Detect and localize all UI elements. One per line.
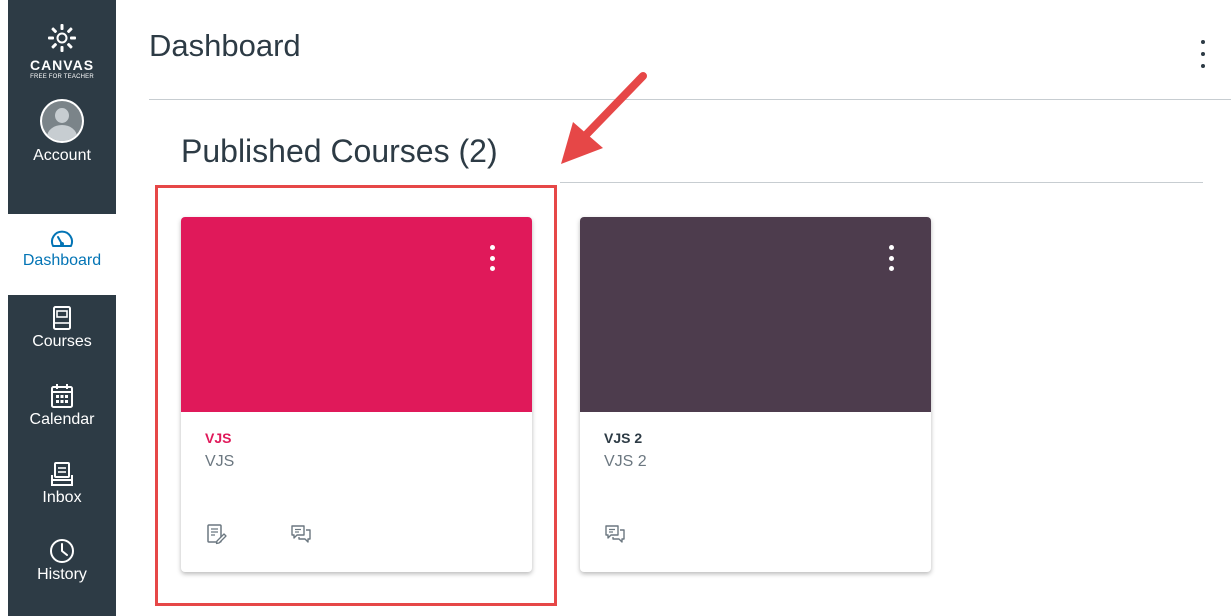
dashboard-icon [51, 230, 73, 247]
avatar [40, 99, 84, 143]
course-card-actions [604, 523, 689, 545]
global-nav-top: CANVAS FREE FOR TEACHER Account [8, 0, 116, 214]
nav-label-courses: Courses [32, 333, 92, 350]
logo-wordmark: CANVAS [29, 57, 95, 73]
nav-label-inbox: Inbox [42, 488, 82, 506]
header-divider [149, 99, 1231, 100]
discussions-icon[interactable] [604, 523, 626, 545]
nav-item-dashboard[interactable]: Dashboard [8, 214, 116, 295]
page-title: Dashboard [149, 28, 301, 63]
nav-item-courses[interactable]: Courses [32, 305, 92, 383]
logo-subtitle: FREE FOR TEACHER [30, 74, 94, 80]
canvas-logo-icon [47, 24, 76, 52]
card-options-icon[interactable] [886, 245, 896, 271]
nav-label-calendar: Calendar [29, 410, 95, 428]
course-card-hero[interactable] [580, 217, 931, 412]
global-nav: CANVAS FREE FOR TEACHER Account Dashboar… [0, 0, 116, 616]
history-clock-icon [50, 539, 74, 564]
annotation-highlight-box [155, 185, 557, 606]
nav-item-calendar[interactable]: Calendar [29, 383, 95, 461]
nav-item-account[interactable]: Account [33, 99, 91, 165]
inbox-icon [50, 461, 73, 486]
section-divider [560, 182, 1203, 183]
course-card-title[interactable]: VJS 2 [604, 430, 642, 446]
dashboard-options-icon[interactable] [1198, 40, 1208, 68]
nav-item-history[interactable]: History [37, 538, 87, 616]
nav-label-history: History [37, 566, 87, 584]
course-card-subtitle: VJS 2 [604, 453, 647, 470]
courses-icon [52, 306, 71, 330]
nav-item-inbox[interactable]: Inbox [42, 461, 82, 539]
canvas-logo[interactable]: CANVAS FREE FOR TEACHER [30, 22, 94, 80]
section-title: Published Courses (2) [181, 133, 498, 169]
annotation-arrow-icon [561, 72, 647, 164]
nav-label-dashboard: Dashboard [22, 252, 102, 269]
course-card[interactable]: VJS 2 VJS 2 [580, 217, 931, 572]
calendar-icon [51, 383, 73, 408]
global-nav-bottom: Courses Calendar Inbox History [8, 295, 116, 616]
nav-label-account: Account [33, 147, 91, 164]
